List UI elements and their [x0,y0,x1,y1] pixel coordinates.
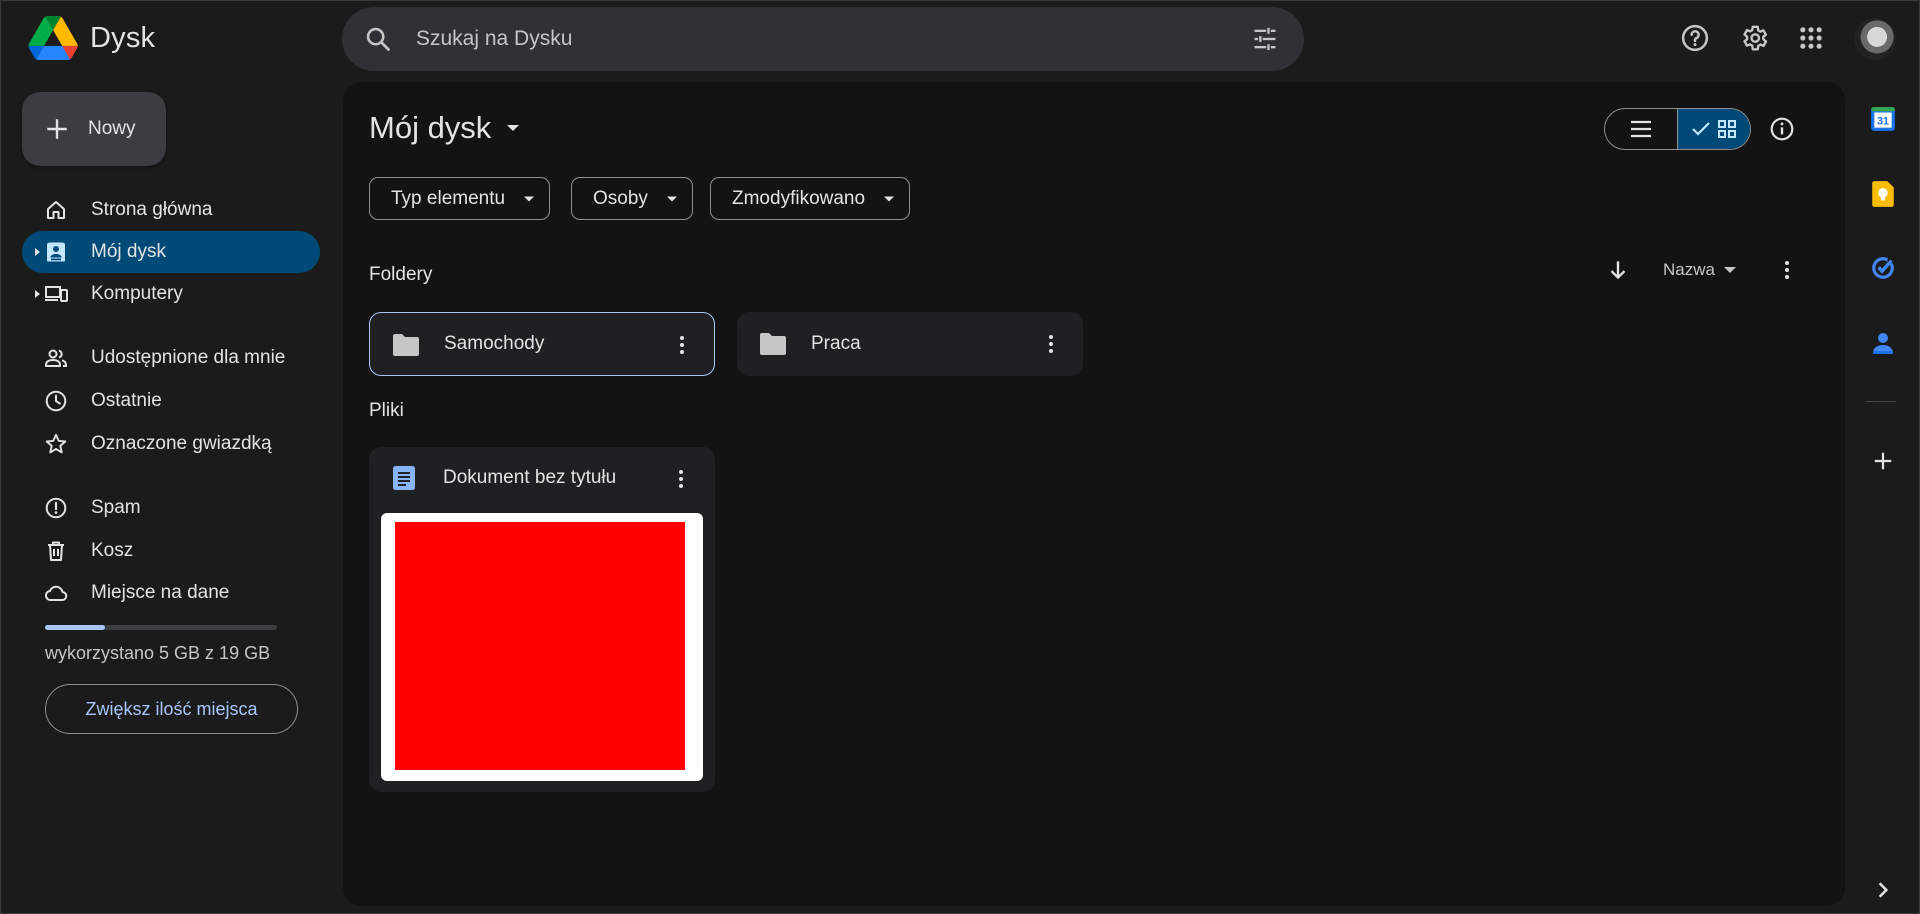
storage-usage-fill [45,625,106,630]
rail-divider [1866,401,1896,402]
more-options-icon[interactable] [670,333,694,357]
list-view-icon [1631,120,1651,138]
folder-icon [760,333,786,355]
caret-down-icon [666,196,677,201]
sidebar-item-recent[interactable]: Ostatnie [22,380,320,422]
page-title-dropdown[interactable]: Mój dysk [369,110,521,146]
caret-down-icon [884,196,895,201]
search-options-icon[interactable] [1250,25,1280,53]
expand-side-panel-icon[interactable] [1869,876,1897,904]
sidebar-item-label: Komputery [91,283,183,304]
sort-direction-arrow-icon[interactable] [1605,257,1631,283]
file-name: Dokument bez tytułu [443,467,617,488]
list-view-button[interactable] [1605,109,1677,149]
sidebar-item-label: Udostępnione dla mnie [91,347,286,368]
trash-icon [48,541,64,561]
file-card[interactable]: Dokument bez tytułu [369,447,715,792]
app-logo[interactable]: Dysk [28,16,155,60]
sidebar-item-shared[interactable]: Udostępnione dla mnie [22,337,320,379]
cloud-icon [44,585,68,601]
new-button[interactable]: Nowy [22,92,166,166]
info-icon[interactable] [1769,116,1795,142]
view-toggle [1604,108,1751,150]
sidebar-item-storage[interactable]: Miejsce na dane [22,572,320,614]
filter-label: Osoby [593,187,648,209]
folders-section-label: Foldery [369,264,433,285]
sidebar-item-spam[interactable]: Spam [22,487,320,529]
account-avatar[interactable] [1854,18,1896,60]
computers-icon [45,286,68,302]
add-addon-icon[interactable] [1869,447,1897,475]
folder-card[interactable]: Praca [737,312,1083,376]
app-name: Dysk [90,21,156,54]
caret-down-icon [507,125,520,131]
sort-by-label: Nazwa [1663,260,1715,279]
sort-by-button[interactable]: Nazwa [1663,260,1737,280]
apps-grid-icon[interactable] [1793,20,1829,56]
sidebar-item-home[interactable]: Strona główna [22,189,320,231]
files-section-label: Pliki [369,400,404,421]
file-thumbnail[interactable] [381,513,703,781]
new-button-label: Nowy [88,118,136,139]
caret-right-icon[interactable] [32,246,42,258]
folder-name: Samochody [444,333,545,354]
caret-down-icon [1723,267,1736,273]
google-docs-icon [393,466,415,490]
get-more-storage-button[interactable]: Zwiększ ilość miejsca [45,684,298,734]
sidebar-item-label: Mój dysk [91,241,166,262]
sidebar-item-label: Strona główna [91,199,213,220]
search-bar[interactable] [342,7,1304,71]
keep-icon[interactable] [1869,180,1897,208]
search-input[interactable] [416,19,1196,59]
page-title: Mój dysk [369,110,492,145]
home-icon [47,201,65,219]
caret-right-icon[interactable] [32,288,42,300]
sidebar-item-label: Kosz [91,540,134,561]
folder-name: Praca [811,333,861,354]
search-icon[interactable] [364,25,392,53]
settings-gear-icon[interactable] [1736,20,1772,56]
help-icon[interactable] [1677,20,1713,56]
sidebar-item-label: Miejsce na dane [91,582,230,603]
main-content: Mój dysk Typ elementu Osoby Zmodyfikowan… [343,82,1845,906]
more-options-icon[interactable] [669,467,693,491]
my-drive-icon [47,242,65,262]
sidebar-item-label: Ostatnie [91,390,162,411]
checkmark-icon [1692,122,1710,136]
shared-people-icon [45,349,67,367]
filter-type-chip[interactable]: Typ elementu [369,177,551,220]
tasks-icon[interactable] [1869,254,1897,282]
filter-label: Zmodyfikowano [732,187,866,209]
calendar-icon[interactable]: 31 [1869,105,1897,133]
top-bar: Dysk [0,0,1920,78]
sidebar-item-computers[interactable]: Komputery [22,273,320,315]
sidebar-item-label: Spam [91,497,141,518]
filter-people-chip[interactable]: Osoby [571,177,693,220]
sidebar-item-trash[interactable]: Kosz [22,530,320,572]
folder-card[interactable]: Samochody [369,312,715,376]
clock-icon [45,390,67,412]
sidebar-item-starred[interactable]: Oznaczone gwiazdką [22,423,320,465]
contacts-icon[interactable] [1869,329,1897,357]
grid-view-button[interactable] [1677,109,1750,149]
filter-label: Typ elementu [391,187,506,209]
sidebar-item-label: Oznaczone gwiazdką [91,433,272,454]
caret-down-icon [524,196,535,201]
plus-icon [47,119,67,139]
more-options-icon[interactable] [1775,258,1799,282]
drive-logo-icon [28,16,78,60]
grid-view-icon [1718,120,1736,138]
star-icon [45,433,67,454]
storage-usage-bar [45,625,277,630]
filter-modified-chip[interactable]: Zmodyfikowano [710,177,911,220]
spam-icon [45,497,67,519]
folder-icon [393,334,419,356]
sidebar-item-my-drive[interactable]: Mój dysk [22,231,320,273]
thumbnail-content [395,522,685,770]
storage-usage-text: wykorzystano 5 GB z 19 GB [45,643,271,663]
svg-text:31: 31 [1877,116,1889,128]
more-options-icon[interactable] [1039,332,1063,356]
